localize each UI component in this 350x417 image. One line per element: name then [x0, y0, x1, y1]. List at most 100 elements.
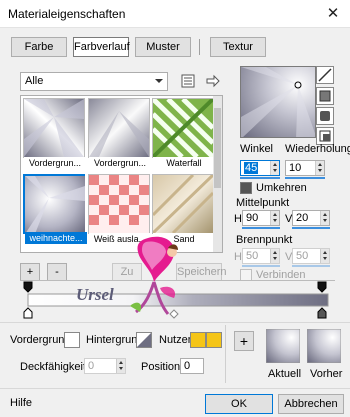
focal-h-input[interactable]: 50 — [242, 248, 280, 264]
color-stop-marker[interactable] — [317, 307, 327, 319]
gradient-thumbnail — [89, 99, 149, 157]
tab-pattern[interactable]: Muster — [135, 37, 191, 57]
gradient-thumbnail — [24, 99, 84, 157]
focal-v-value: 50 — [296, 250, 309, 262]
repeat-value: 10 — [289, 162, 302, 174]
preset-swatch-selected[interactable]: weihnachte... — [23, 174, 87, 244]
gradient-thumbnail — [153, 175, 213, 233]
flower-fairy-decoration — [130, 236, 178, 315]
position-label: Position: — [141, 361, 184, 373]
swatch-label: Vordergrun... — [24, 157, 86, 169]
repeat-spinner-arrows[interactable] — [315, 161, 324, 175]
focal-h-slider[interactable] — [242, 265, 280, 267]
window-title: Materialeigenschaften — [8, 7, 126, 21]
use-label: Nutzen — [159, 334, 194, 346]
preset-swatch[interactable]: Sand — [152, 174, 215, 245]
focal-h-value: 50 — [246, 250, 259, 262]
chevron-down-icon — [155, 79, 163, 83]
title-bar: Materialeigenschaften ✕ — [0, 0, 350, 28]
midpoint-v-value: 20 — [296, 212, 309, 224]
invert-label: Umkehren — [256, 182, 307, 194]
background-gradient-icon — [137, 333, 151, 347]
position-value: 0 — [184, 360, 191, 372]
midpoint-label: Mittelpunkt — [236, 197, 290, 209]
swatch-scrollbar[interactable] — [213, 96, 222, 252]
gradient-thumbnail — [89, 175, 149, 233]
focal-label: Brennpunkt — [236, 234, 293, 246]
repeat-slider[interactable] — [285, 177, 325, 179]
gradient-thumbnail — [25, 176, 85, 234]
repeat-input[interactable]: 10 — [285, 160, 325, 176]
focal-h-label: H — [234, 251, 242, 263]
resource-manager-icon[interactable] — [180, 73, 196, 89]
midpoint-h-spinner-arrows[interactable] — [270, 211, 279, 225]
linear-style-icon[interactable] — [316, 66, 334, 84]
ok-button[interactable]: OK — [205, 394, 273, 414]
swatch-label: Waterfall — [153, 157, 215, 169]
preset-swatch[interactable]: Weiß ausla... — [88, 174, 151, 245]
midpoint-h-slider[interactable] — [242, 227, 280, 229]
gradient-preview[interactable] — [240, 66, 316, 138]
previous-label: Vorher — [310, 368, 343, 380]
angle-spinner-arrows[interactable] — [270, 161, 279, 175]
use-color-box[interactable] — [190, 332, 206, 348]
midpoint-v-input[interactable]: 20 — [292, 210, 330, 226]
swatch-label: weihnachte... — [25, 232, 87, 244]
gradient-thumbnail — [153, 99, 213, 157]
tab-color[interactable]: Farbe — [11, 37, 67, 57]
foreground-color-box[interactable] — [64, 332, 80, 348]
previous-preview[interactable] — [307, 329, 341, 363]
opacity-stop-marker[interactable] — [317, 281, 327, 293]
focal-v-spinner-arrows[interactable] — [320, 249, 329, 263]
focal-h-spinner-arrows[interactable] — [270, 249, 279, 263]
sunburst-style-icon[interactable] — [316, 107, 334, 125]
rectangular-style-icon[interactable] — [316, 87, 334, 105]
preset-swatch[interactable]: Vordergrun... — [23, 98, 86, 169]
color-stop-marker[interactable] — [23, 307, 33, 319]
preset-category-value: Alle — [25, 75, 44, 87]
material-tabs: Farbe Farbverlauf Muster Textur — [0, 29, 350, 63]
opacity-stop-marker[interactable] — [23, 281, 33, 293]
arrow-right-icon[interactable] — [205, 73, 221, 89]
midpoint-v-slider[interactable] — [292, 227, 330, 229]
preset-category-select[interactable]: Alle — [20, 72, 168, 91]
midpoint-h-value: 90 — [246, 212, 259, 224]
angle-label: Winkel — [240, 143, 274, 155]
help-link[interactable]: Hilfe — [10, 397, 32, 409]
midpoint-v-spinner-arrows[interactable] — [320, 211, 329, 225]
invert-checkbox[interactable] — [240, 182, 252, 194]
panel-divider — [225, 325, 226, 383]
position-input[interactable]: 0 — [180, 358, 204, 374]
add-preset-button[interactable]: + — [20, 263, 40, 281]
angle-slider[interactable] — [240, 177, 280, 179]
tab-gradient[interactable]: Farbverlauf — [73, 37, 130, 57]
scrollbar-thumb[interactable] — [214, 108, 221, 188]
focal-v-input[interactable]: 50 — [292, 248, 330, 264]
opacity-spinner-arrows[interactable] — [116, 359, 125, 373]
cancel-button[interactable]: Abbrechen — [278, 394, 344, 414]
use-color-box-alt[interactable] — [206, 332, 222, 348]
angle-input[interactable]: 45 — [240, 160, 280, 176]
preset-swatch[interactable]: Waterfall — [152, 98, 215, 169]
close-icon[interactable]: ✕ — [324, 5, 342, 23]
tab-divider — [199, 39, 200, 55]
swatch-label: Vordergrun... — [89, 157, 151, 169]
gradient-preview-image — [241, 67, 315, 137]
add-stop-button[interactable]: + — [234, 331, 254, 351]
tab-texture[interactable]: Textur — [210, 37, 266, 57]
angle-value: 45 — [244, 162, 259, 174]
opacity-input[interactable]: 0 — [84, 358, 126, 374]
opacity-value: 0 — [88, 360, 95, 372]
midpoint-h-label: H — [234, 213, 242, 225]
repeat-label: Wiederholung — [285, 143, 350, 155]
stop-properties-panel: Vordergrund: Hintergrund: Nutzen Deckfäh… — [0, 322, 350, 384]
dialog-footer: Hilfe OK Abbrechen — [0, 388, 350, 417]
midpoint-h-input[interactable]: 90 — [242, 210, 280, 226]
preset-swatch-grid: Vordergrun... Vordergrun... Waterfall we… — [20, 95, 223, 253]
remove-preset-button[interactable]: - — [47, 263, 67, 281]
focal-v-slider[interactable] — [292, 265, 330, 267]
background-color-box[interactable] — [136, 332, 152, 348]
opacity-label: Deckfähigkeit: — [20, 361, 90, 373]
current-preview[interactable] — [266, 329, 300, 363]
preset-swatch[interactable]: Vordergrun... — [88, 98, 151, 169]
